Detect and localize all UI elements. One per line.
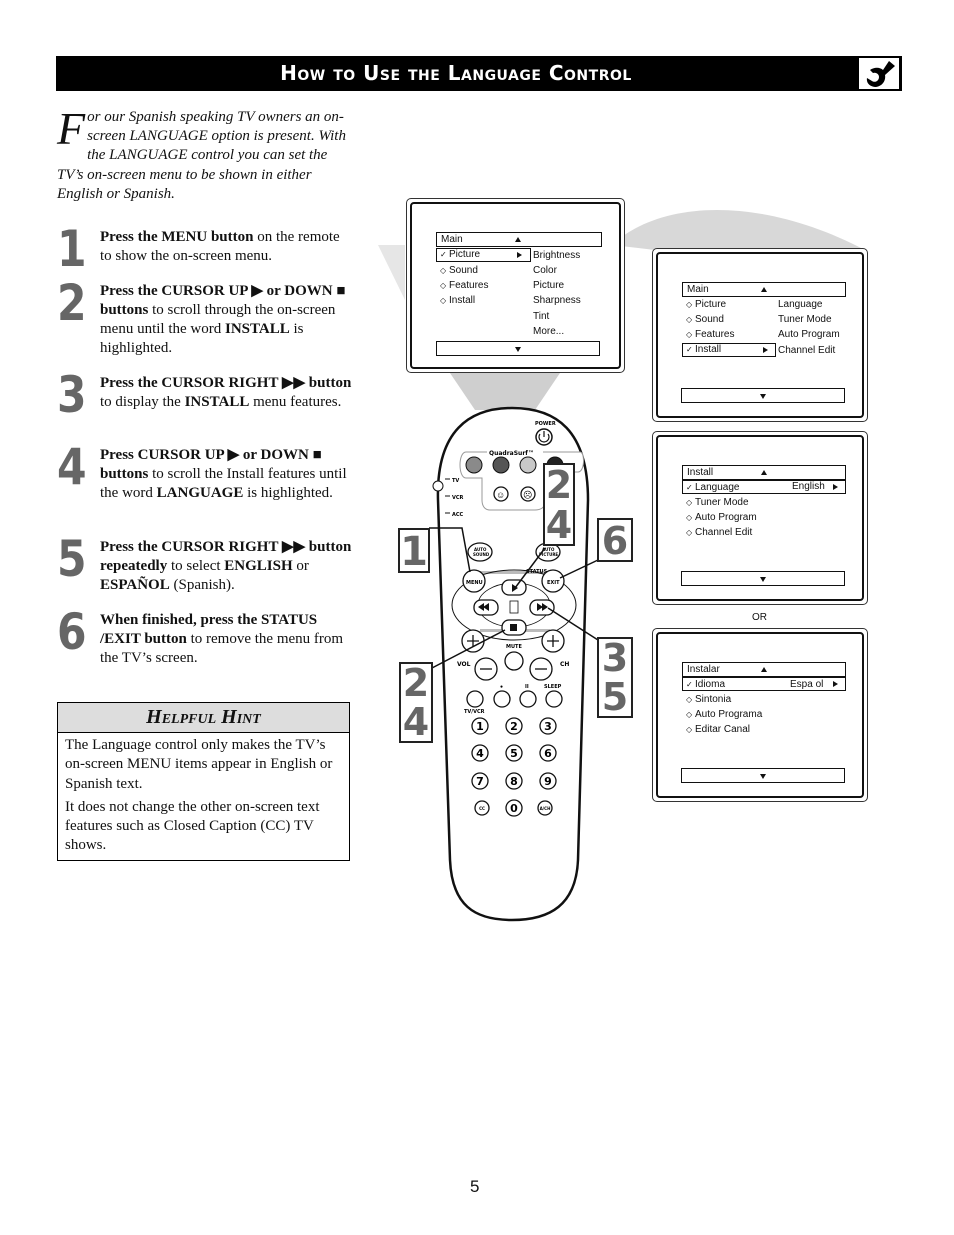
callout-step-2-4-bottom: 2 4 [399,662,433,743]
digit-label: 5 [510,747,518,760]
quadrasurf-button-3[interactable] [519,456,537,474]
mute-label: MUTE [506,644,522,650]
menu-label: MENU [466,580,483,586]
power-label: POWER [535,421,556,427]
quadrasurf-button-1[interactable] [465,456,483,474]
digit-label: 2 [510,720,518,733]
ach-label: A/CH [540,806,551,811]
smiley-icon: ☺ [496,490,505,500]
callout-digit: 2 [402,661,430,705]
sleep-button[interactable] [545,690,563,708]
digit-label: 4 [476,747,484,760]
record-button[interactable] [493,690,511,708]
ch-label: CH [560,661,569,668]
digit-label: 9 [544,775,552,788]
digit-label: 8 [510,775,518,788]
stop-icon [510,624,517,631]
callout-step-6: 6 [597,518,633,562]
callout-digit: 4 [545,503,573,547]
callout-digit: 3 [601,636,629,680]
auto-sound-label: SOUND [473,552,490,557]
callout-digit: 2 [545,463,573,507]
digit-label: 6 [544,747,552,760]
tvvcr-label: TV/VCR [464,709,485,715]
mode-label-tv: TV [452,478,459,484]
callout-step-3-5: 3 5 [597,637,633,718]
pause-label: II [525,684,529,690]
quadrasurf-button-2[interactable] [492,456,510,474]
mute-button[interactable] [504,651,524,671]
callout-step-2-4-top: 2 4 [543,463,575,546]
digit-label: 1 [476,720,484,733]
record-indicator-icon [509,600,519,614]
digit-label: 0 [510,802,518,815]
record-label: ● [500,685,503,690]
pause-button[interactable] [519,690,537,708]
page-number: 5 [470,1177,480,1196]
cc-label: CC [479,806,485,811]
mode-label-vcr: VCR [452,495,464,501]
mode-switch[interactable] [432,480,444,492]
tvvcr-button[interactable] [466,690,484,708]
callout-digit: 5 [601,675,629,719]
callout-step-1: 1 [398,528,430,573]
vol-label: VOL [457,661,471,668]
frown-icon: ☹ [523,490,532,500]
digit-label: 3 [544,720,552,733]
exit-label: EXIT [547,580,560,586]
callout-digit: 4 [402,700,430,744]
remote-control: TV VCR ACC POWER QuadraSurf™ ☺ ☹ AUTO SO… [429,406,599,922]
digit-label: 7 [476,775,484,788]
quadrasurf-label: QuadraSurf™ [489,450,534,457]
sleep-label: SLEEP [544,684,562,690]
mode-label-acc: ACC [452,512,464,518]
